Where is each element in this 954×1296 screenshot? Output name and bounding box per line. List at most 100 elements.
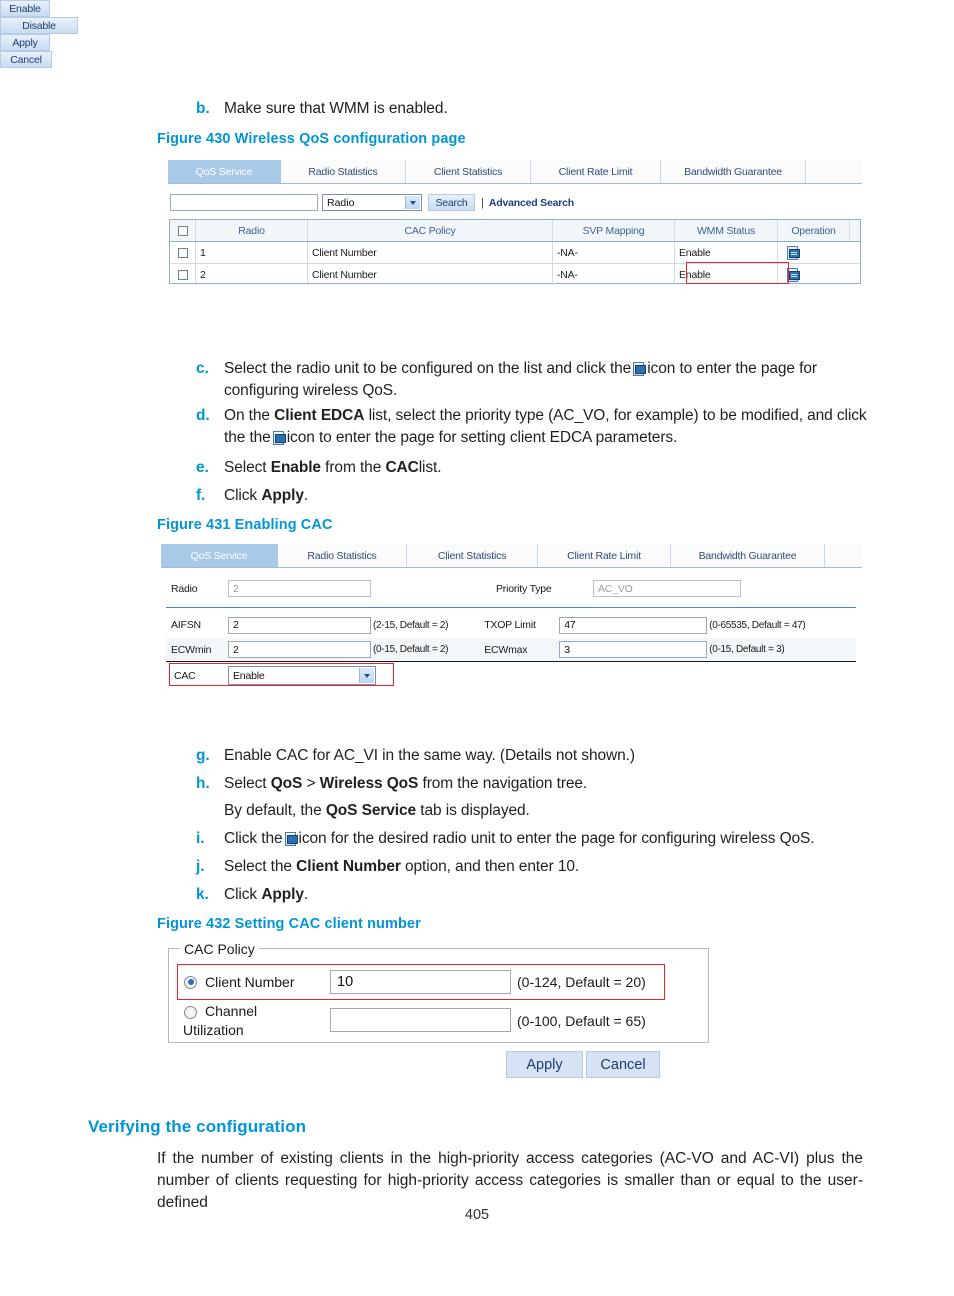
cell-operation[interactable] bbox=[778, 242, 850, 263]
figure-431-divider-2 bbox=[166, 661, 856, 662]
select-all-checkbox[interactable] bbox=[177, 225, 188, 236]
step-e-marker: e. bbox=[196, 459, 209, 476]
figure-431-apply-button[interactable]: Apply bbox=[0, 34, 50, 51]
channel-utilization-label-line1: Channel bbox=[205, 1003, 258, 1019]
row-checkbox-cell[interactable] bbox=[170, 242, 196, 263]
client-number-hint: (0-124, Default = 20) bbox=[517, 974, 646, 990]
step-h-note-text: By default, the QoS Service tab is displ… bbox=[224, 802, 530, 819]
figure-431-cancel-button[interactable]: Cancel bbox=[0, 51, 52, 68]
edit-page-icon bbox=[272, 431, 286, 445]
ecwmin-hint: (0-15, Default = 2) bbox=[373, 644, 449, 655]
step-h: h. Select QoS > Wireless QoS from the na… bbox=[196, 773, 856, 795]
tab-bandwidth-guarantee[interactable]: Bandwidth Guarantee bbox=[661, 160, 806, 183]
tab-qos-service[interactable]: QoS Service bbox=[161, 544, 278, 567]
radio-label: Radio bbox=[171, 582, 198, 595]
cell-radio: 1 bbox=[196, 242, 308, 263]
edit-page-icon[interactable] bbox=[786, 268, 800, 282]
table-row[interactable]: 2 Client Number -NA- Enable bbox=[170, 264, 860, 285]
step-g: g. Enable CAC for AC_VI in the same way.… bbox=[196, 745, 856, 767]
header-svp-mapping[interactable]: SVP Mapping bbox=[553, 220, 675, 241]
tab-radio-statistics[interactable]: Radio Statistics bbox=[281, 160, 406, 183]
tab-client-statistics[interactable]: Client Statistics bbox=[407, 544, 538, 567]
chevron-down-icon bbox=[405, 196, 420, 209]
header-wmm-status[interactable]: WMM Status bbox=[675, 220, 778, 241]
cell-cac-policy: Client Number bbox=[308, 242, 553, 263]
step-i-text: Click the icon for the desired radio unit… bbox=[224, 830, 815, 847]
tab-client-rate-limit[interactable]: Client Rate Limit bbox=[531, 160, 661, 183]
tab-radio-statistics[interactable]: Radio Statistics bbox=[278, 544, 407, 567]
edit-page-icon[interactable] bbox=[786, 246, 800, 260]
row-checkbox[interactable] bbox=[177, 269, 188, 280]
table-header-row: Radio CAC Policy SVP Mapping WMM Status … bbox=[170, 220, 860, 242]
client-number-label: Client Number bbox=[205, 974, 295, 990]
advanced-search-link[interactable]: Advanced Search bbox=[489, 197, 574, 209]
tab-bandwidth-guarantee[interactable]: Bandwidth Guarantee bbox=[671, 544, 825, 567]
figure-430-tabbar-wrap: QoS Service Radio Statistics Client Stat… bbox=[168, 160, 862, 184]
search-input[interactable] bbox=[170, 194, 318, 211]
channel-utilization-radio[interactable] bbox=[184, 1006, 197, 1019]
chevron-down-icon bbox=[359, 668, 374, 683]
cac-select[interactable]: Enable bbox=[228, 666, 376, 685]
cell-svp-mapping: -NA- bbox=[553, 264, 675, 285]
step-e-text: Select Enable from the CAClist. bbox=[224, 459, 442, 476]
table-row[interactable]: 1 Client Number -NA- Enable bbox=[170, 242, 860, 264]
aifsn-label: AIFSN bbox=[171, 619, 201, 631]
figure-430-table: Radio CAC Policy SVP Mapping WMM Status … bbox=[169, 219, 861, 285]
tab-client-statistics[interactable]: Client Statistics bbox=[406, 160, 531, 183]
cell-svp-mapping: -NA- bbox=[553, 242, 675, 263]
step-k: k. Click Apply. bbox=[196, 884, 856, 906]
search-field-select-value: Radio bbox=[327, 196, 355, 209]
tab-client-rate-limit[interactable]: Client Rate Limit bbox=[538, 544, 671, 567]
cac-label: CAC bbox=[174, 669, 196, 682]
figure-431-caption: Figure 431 Enabling CAC bbox=[157, 517, 333, 533]
tabbar-filler bbox=[825, 544, 862, 567]
figure-432-cancel-button[interactable]: Cancel bbox=[586, 1051, 660, 1078]
row-checkbox-cell[interactable] bbox=[170, 264, 196, 285]
step-j: j. Select the Client Number option, and … bbox=[196, 856, 856, 878]
step-k-text: Click Apply. bbox=[224, 886, 309, 903]
aifsn-input[interactable]: 2 bbox=[228, 616, 371, 634]
header-cac-policy[interactable]: CAC Policy bbox=[308, 220, 553, 241]
verifying-heading: Verifying the configuration bbox=[88, 1117, 307, 1136]
disable-button[interactable]: Disable bbox=[0, 17, 78, 34]
step-j-marker: j. bbox=[196, 858, 205, 875]
priority-type-field: AC_VO bbox=[593, 580, 741, 597]
figure-431-radio-row: Radio 2 Priority Type AC_VO bbox=[166, 580, 856, 597]
tab-qos-service[interactable]: QoS Service bbox=[168, 160, 281, 183]
header-operation: Operation bbox=[778, 220, 850, 241]
channel-utilization-input[interactable] bbox=[330, 1008, 511, 1032]
ecwmax-input[interactable]: 3 bbox=[559, 641, 708, 658]
header-radio[interactable]: Radio bbox=[196, 220, 308, 241]
search-field-select[interactable]: Radio bbox=[322, 194, 422, 211]
client-number-row: Client Number 10 (0-124, Default = 20) bbox=[184, 969, 684, 995]
figure-432-apply-button[interactable]: Apply bbox=[506, 1051, 583, 1078]
txop-limit-input[interactable]: 47 bbox=[559, 616, 708, 634]
channel-utilization-hint: (0-100, Default = 65) bbox=[517, 1013, 646, 1029]
step-h-note: By default, the QoS Service tab is displ… bbox=[196, 800, 856, 822]
edit-page-icon bbox=[633, 362, 647, 376]
priority-type-label: Priority Type bbox=[496, 582, 552, 595]
txop-limit-label: TXOP Limit bbox=[484, 619, 536, 631]
header-select-all[interactable] bbox=[170, 220, 196, 241]
step-c-marker: c. bbox=[196, 360, 209, 377]
row-checkbox[interactable] bbox=[177, 247, 188, 258]
step-d-marker: d. bbox=[196, 407, 210, 424]
step-c-text: Select the radio unit to be configured o… bbox=[224, 360, 817, 399]
figure-431-ecwmin-row: ECWmin 2 (0-15, Default = 2) ECWmax 3 (0… bbox=[166, 638, 856, 661]
txop-limit-hint: (0-65535, Default = 47) bbox=[709, 619, 806, 631]
cac-select-value: Enable bbox=[233, 669, 265, 682]
search-button[interactable]: Search bbox=[428, 194, 475, 211]
cell-operation[interactable] bbox=[778, 264, 850, 285]
step-c: c. Select the radio unit to be configure… bbox=[196, 358, 866, 402]
enable-button[interactable]: Enable bbox=[0, 0, 50, 17]
ecwmin-input[interactable]: 2 bbox=[228, 641, 371, 658]
step-e: e. Select Enable from the CAClist. bbox=[196, 457, 856, 479]
client-number-input[interactable]: 10 bbox=[330, 970, 511, 994]
step-j-text: Select the Client Number option, and the… bbox=[224, 858, 580, 875]
step-g-marker: g. bbox=[196, 747, 210, 764]
client-number-radio[interactable] bbox=[184, 975, 197, 989]
tabbar-filler bbox=[806, 160, 862, 183]
radio-field: 2 bbox=[228, 580, 371, 597]
cac-policy-legend: CAC Policy bbox=[180, 941, 259, 957]
ecwmax-hint: (0-15, Default = 3) bbox=[709, 644, 785, 655]
